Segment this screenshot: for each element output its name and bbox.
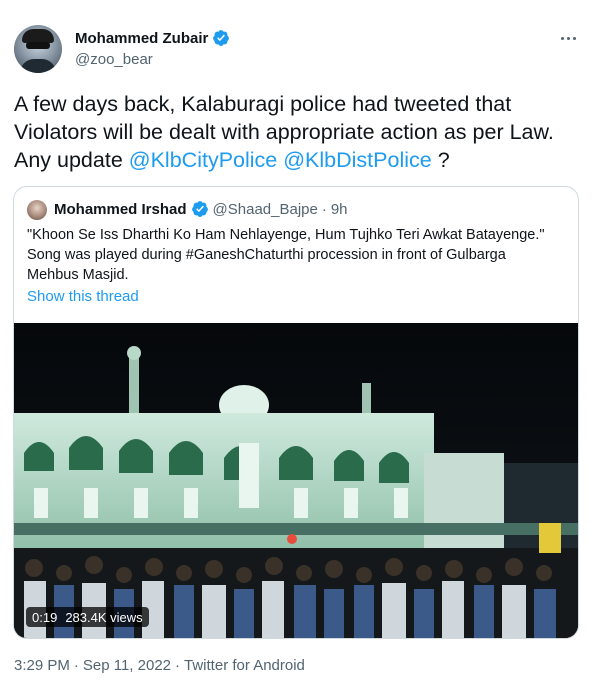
author-handle[interactable]: @zoo_bear [75, 51, 153, 68]
quoted-separator: · [321, 200, 327, 218]
quoted-text-line: Mehbus Masjid. [27, 267, 129, 283]
video-player[interactable]: 0:19 283.4K views [14, 323, 578, 638]
meta-separator: · [175, 657, 181, 674]
video-frame [14, 323, 578, 638]
meta-separator: · [73, 657, 79, 674]
quoted-time: 9h [330, 200, 348, 218]
quoted-author-avatar [27, 200, 47, 220]
author-avatar[interactable] [14, 25, 62, 73]
quoted-text-line: "Khoon Se Iss Dharthi Ko Ham Nehlayenge,… [27, 227, 545, 243]
more-dot [572, 36, 576, 40]
author-name-row[interactable]: Mohammed Zubair [75, 29, 230, 47]
verified-badge-icon [191, 201, 208, 217]
video-duration: 0:19 [32, 609, 58, 625]
avatar-hair [22, 29, 54, 43]
author-name[interactable]: Mohammed Zubair [75, 30, 208, 47]
quoted-tweet-header: Mohammed Irshad @Shaad_Bajpe · 9h [54, 200, 348, 218]
verified-badge-icon [213, 30, 230, 46]
show-thread-link[interactable]: Show this thread [27, 288, 139, 305]
quoted-author-handle: @Shaad_Bajpe [212, 200, 318, 218]
quoted-author-name: Mohammed Irshad [54, 200, 187, 218]
mention-klbcitypolice[interactable]: @KlbCityPolice [129, 148, 277, 172]
quoted-text-line: Song was played during #GaneshChaturthi … [27, 247, 506, 263]
tweet-source: Twitter for Android [184, 657, 305, 674]
avatar-sunglasses [26, 42, 50, 49]
tweet-metadata: 3:29 PM · Sep 11, 2022 · Twitter for And… [14, 657, 305, 674]
more-horizontal-icon[interactable] [556, 28, 580, 48]
quoted-tweet[interactable]: Mohammed Irshad @Shaad_Bajpe · 9h "Khoon… [13, 186, 579, 639]
video-views: 283.4K views [65, 609, 143, 625]
tweet-text: A few days back, Kalaburagi police had t… [14, 90, 582, 174]
more-dot [566, 36, 570, 40]
tweet-time[interactable]: 3:29 PM [14, 657, 70, 674]
tweet-date[interactable]: Sep 11, 2022 [83, 657, 171, 674]
quoted-tweet-text: "Khoon Se Iss Dharthi Ko Ham Nehlayenge,… [27, 225, 567, 285]
avatar-shirt [20, 59, 56, 73]
more-dot [560, 36, 564, 40]
mention-klbdistpolice[interactable]: @KlbDistPolice [283, 148, 431, 172]
video-stats-badge: 0:19 283.4K views [26, 607, 149, 627]
tweet-text-end: ? [431, 148, 450, 172]
